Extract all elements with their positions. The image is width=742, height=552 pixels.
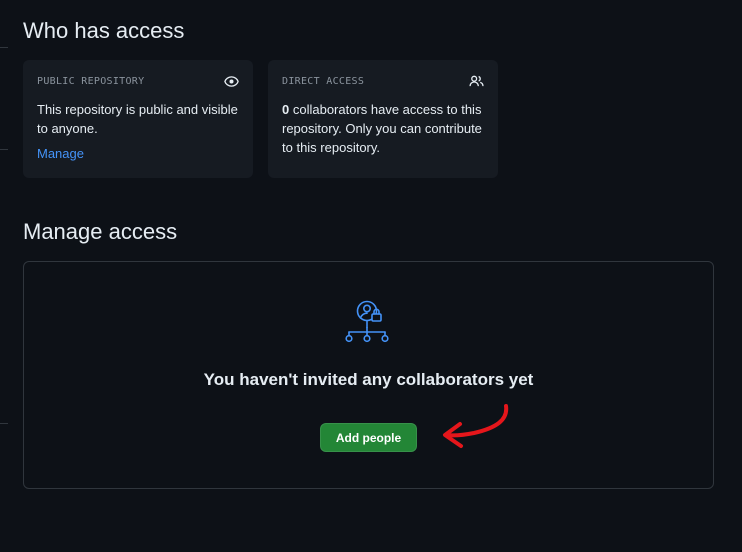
manage-visibility-link[interactable]: Manage bbox=[37, 146, 84, 161]
manage-access-box: You haven't invited any collaborators ye… bbox=[23, 261, 714, 489]
public-repository-card: PUBLIC REPOSITORY This repository is pub… bbox=[23, 60, 253, 178]
people-icon bbox=[468, 74, 484, 88]
public-visibility-text: This repository is public and visible to… bbox=[37, 102, 238, 136]
add-people-button[interactable]: Add people bbox=[320, 423, 417, 452]
sidebar-edge-divider bbox=[0, 423, 8, 424]
card-header: PUBLIC REPOSITORY bbox=[37, 74, 239, 88]
empty-state-title: You haven't invited any collaborators ye… bbox=[203, 370, 534, 389]
eye-icon bbox=[223, 74, 239, 88]
card-kicker: DIRECT ACCESS bbox=[282, 75, 365, 87]
sidebar-edge-divider bbox=[0, 149, 8, 150]
direct-access-description: collaborators have access to this reposi… bbox=[282, 102, 482, 155]
card-kicker: PUBLIC REPOSITORY bbox=[37, 75, 145, 87]
page: Who has access PUBLIC REPOSITORY This re… bbox=[0, 0, 742, 552]
direct-access-card: DIRECT ACCESS 0 collaborators have acces… bbox=[268, 60, 498, 178]
manage-access-heading: Manage access bbox=[23, 219, 178, 244]
direct-access-text: 0 collaborators have access to this repo… bbox=[282, 100, 484, 157]
card-header: DIRECT ACCESS bbox=[282, 74, 484, 88]
who-has-access-heading: Who has access bbox=[23, 18, 185, 43]
sidebar-edge-divider bbox=[0, 47, 8, 48]
collaborators-lock-icon bbox=[344, 300, 394, 348]
